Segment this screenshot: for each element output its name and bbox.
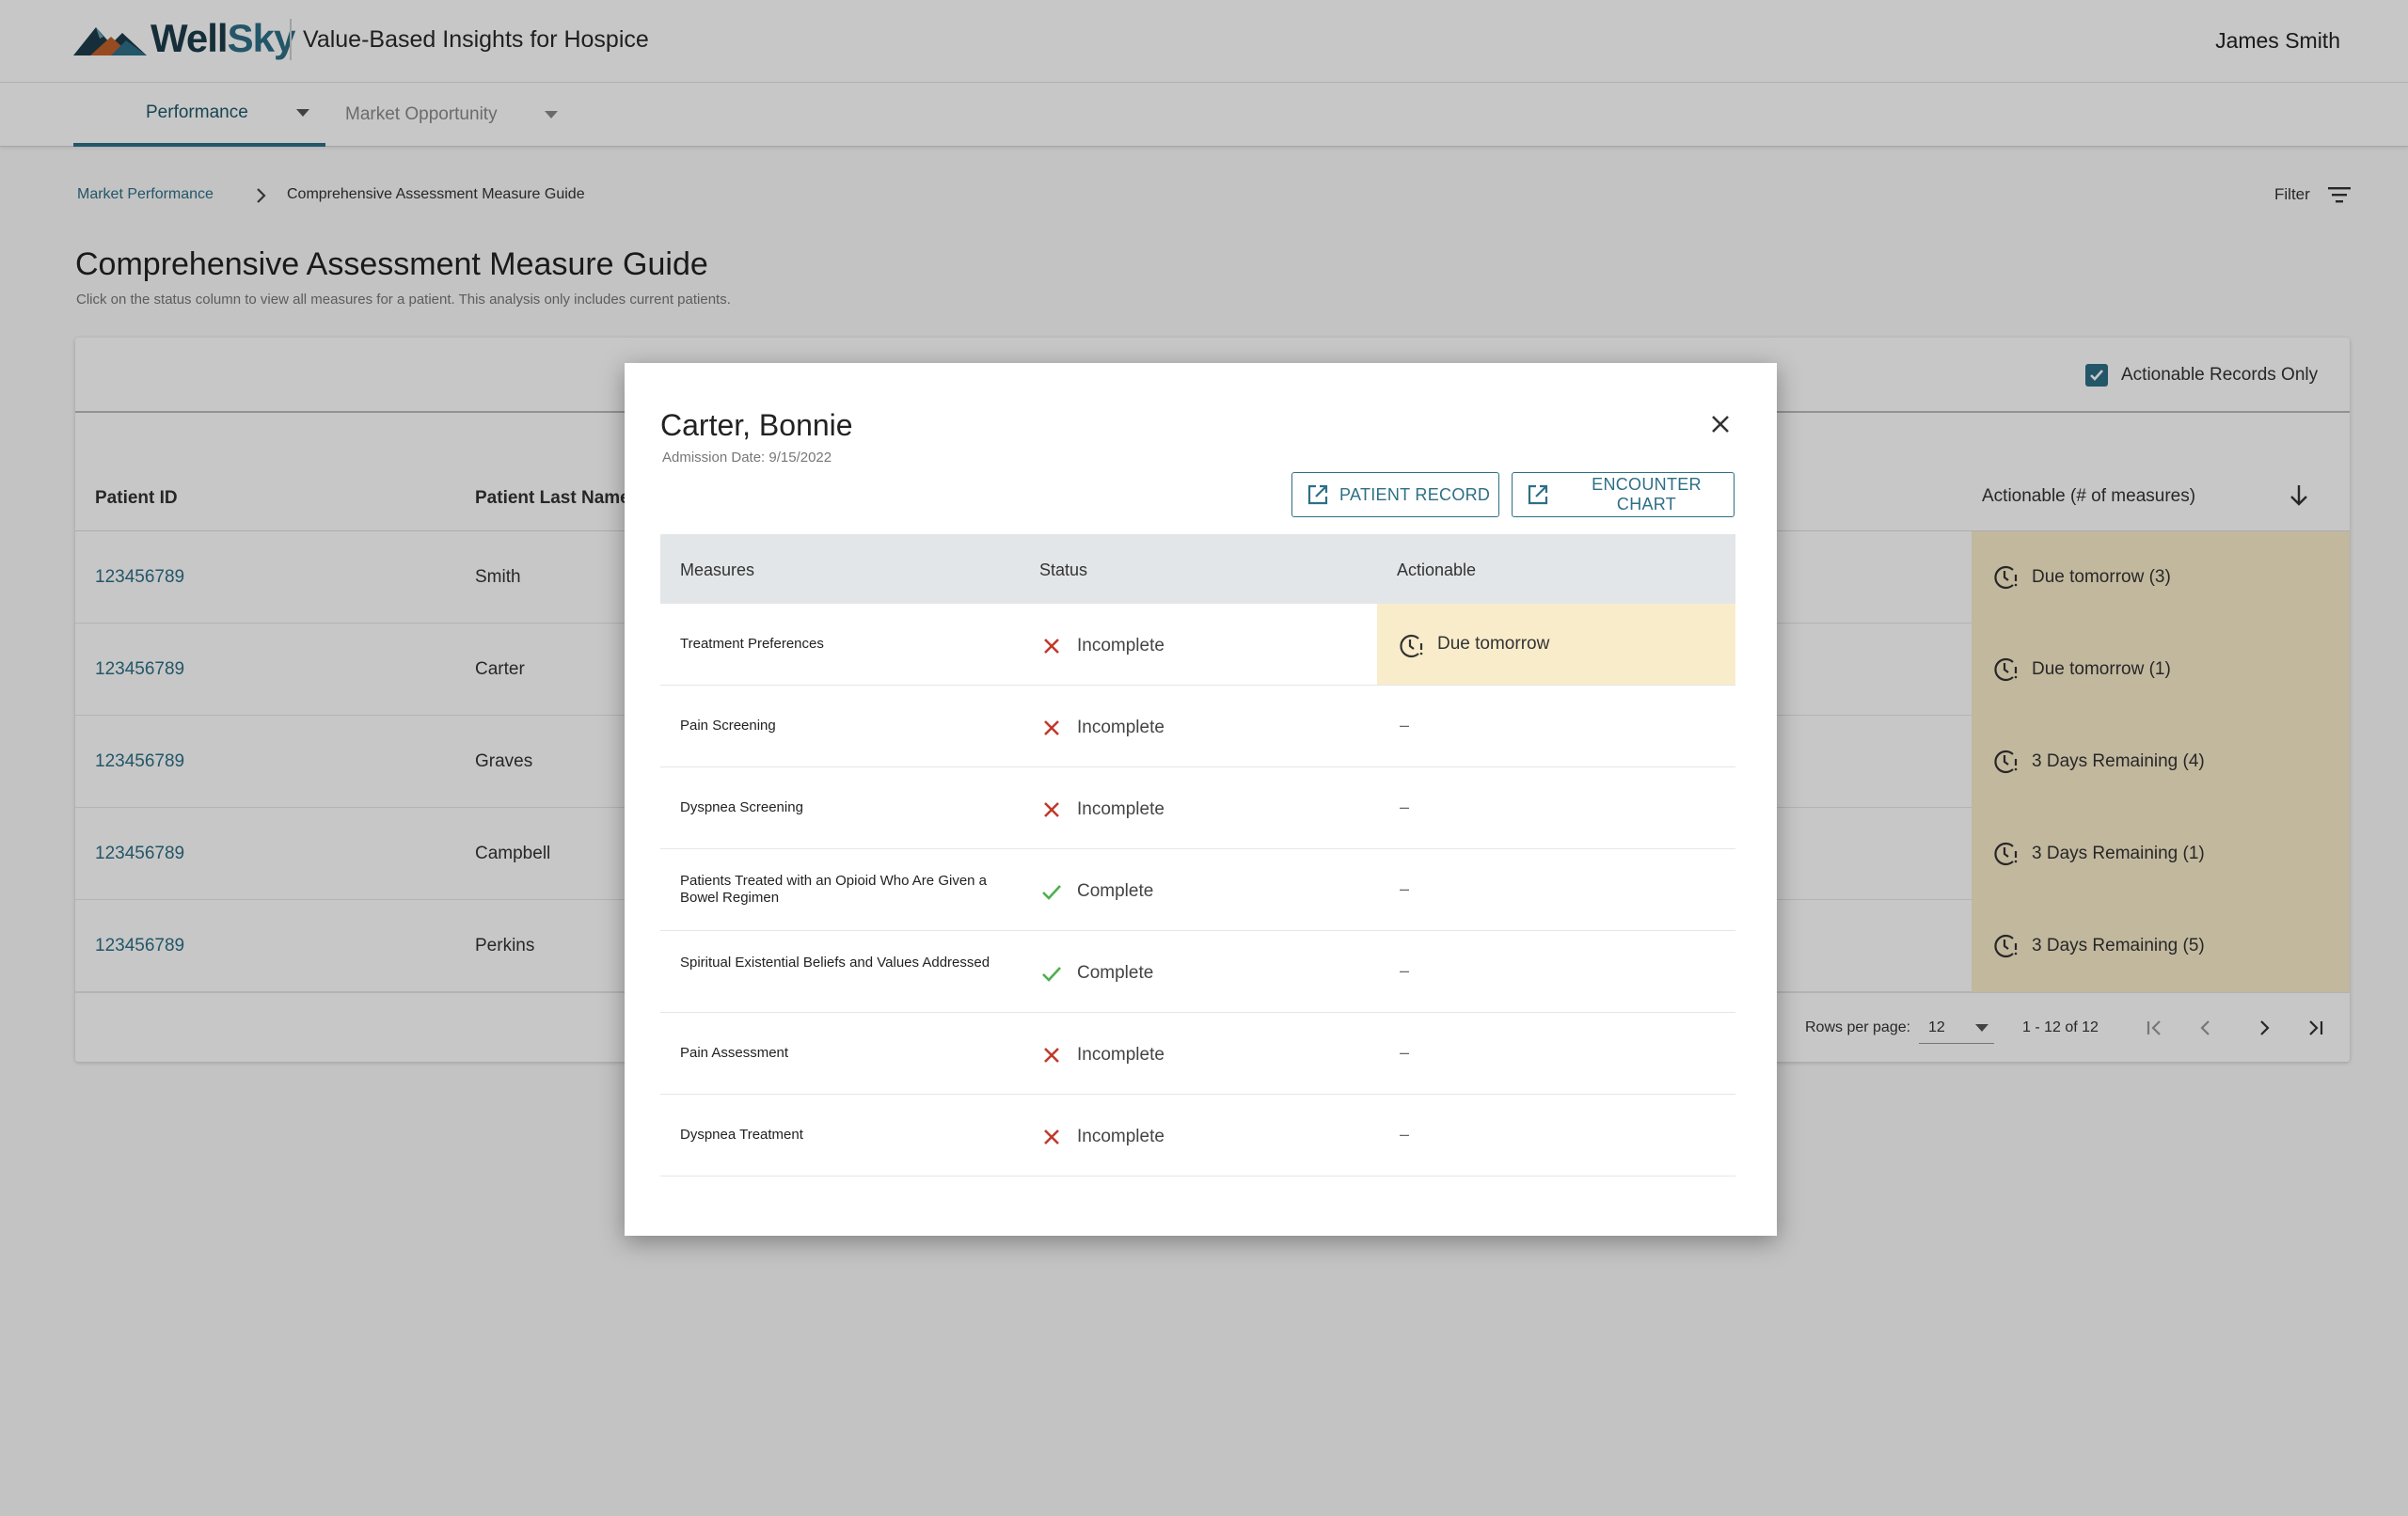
patient-measures-dialog: Carter, Bonnie Admission Date: 9/15/2022… xyxy=(625,363,1777,1236)
status-text: Complete xyxy=(1077,881,1154,901)
close-icon[interactable] xyxy=(1706,410,1735,438)
status-text: Incomplete xyxy=(1077,636,1164,655)
actionable-cell: – xyxy=(1377,849,1735,930)
measure-row: Pain Assessment Incomplete – xyxy=(660,1013,1735,1095)
check-icon xyxy=(1042,967,1061,982)
status-cell[interactable]: Incomplete xyxy=(1039,797,1164,822)
measure-row: Patients Treated with an Opioid Who Are … xyxy=(660,849,1735,931)
measure-name: Pain Assessment xyxy=(680,1045,789,1061)
status-text: Complete xyxy=(1077,963,1154,983)
check-icon xyxy=(1042,885,1061,900)
measure-name: Pain Screening xyxy=(680,718,776,734)
measure-name: Treatment Preferences xyxy=(680,636,824,652)
x-icon xyxy=(1044,720,1059,735)
admission-date: Admission Date: 9/15/2022 xyxy=(662,450,832,466)
status-cell[interactable]: Complete xyxy=(1039,961,1153,986)
column-header-actionable: Actionable xyxy=(1397,561,1477,579)
actionable-text: – xyxy=(1400,1043,1410,1062)
measure-row: Treatment Preferences Incomplete Due tom… xyxy=(660,604,1735,686)
external-link-icon xyxy=(1528,484,1548,505)
actionable-text: – xyxy=(1400,961,1410,980)
x-icon xyxy=(1044,1129,1059,1145)
actionable-cell: Due tomorrow xyxy=(1377,604,1735,685)
status-cell[interactable]: Incomplete xyxy=(1039,1043,1164,1067)
status-text: Incomplete xyxy=(1077,799,1164,819)
actionable-text: – xyxy=(1400,716,1410,734)
status-cell[interactable]: Incomplete xyxy=(1039,634,1164,658)
actionable-text: – xyxy=(1400,879,1410,898)
x-icon xyxy=(1044,1048,1059,1063)
measure-row: Dyspnea Treatment Incomplete – xyxy=(660,1095,1735,1176)
actionable-text: Due tomorrow xyxy=(1437,634,1550,654)
status-cell[interactable]: Incomplete xyxy=(1039,1125,1164,1149)
column-header-status: Status xyxy=(1039,561,1088,579)
external-link-icon xyxy=(1307,484,1328,505)
status-cell[interactable]: Complete xyxy=(1039,879,1153,904)
actionable-cell: – xyxy=(1377,931,1735,1012)
measure-row: Spiritual Existential Beliefs and Values… xyxy=(660,931,1735,1013)
column-header-measures: Measures xyxy=(680,561,755,579)
measures-table-header: Measures Status Actionable xyxy=(660,534,1735,604)
status-text: Incomplete xyxy=(1077,1045,1164,1065)
actionable-cell: – xyxy=(1377,1013,1735,1094)
patient-record-label: PATIENT RECORD xyxy=(1339,484,1491,504)
measure-name: Dyspnea Treatment xyxy=(680,1127,803,1143)
status-cell[interactable]: Incomplete xyxy=(1039,716,1164,740)
measure-name: Spiritual Existential Beliefs and Values… xyxy=(680,955,990,971)
actionable-cell: – xyxy=(1377,686,1735,766)
x-icon xyxy=(1044,802,1059,817)
measure-name: Dyspnea Screening xyxy=(680,799,803,815)
actionable-cell: – xyxy=(1377,1095,1735,1176)
measure-name: Patients Treated with an Opioid Who Are … xyxy=(680,873,988,906)
actionable-text: – xyxy=(1400,1125,1410,1144)
x-icon xyxy=(1044,639,1059,654)
status-text: Incomplete xyxy=(1077,1127,1164,1146)
status-text: Incomplete xyxy=(1077,718,1164,737)
encounter-chart-button[interactable]: ENCOUNTER CHART xyxy=(1512,472,1735,517)
encounter-chart-label: ENCOUNTER CHART xyxy=(1592,475,1702,513)
app-page: WellSky Value-Based Insights for Hospice… xyxy=(0,0,2408,1516)
clock-alert-icon xyxy=(1400,634,1423,658)
actionable-cell: – xyxy=(1377,767,1735,848)
measure-row: Pain Screening Incomplete – xyxy=(660,686,1735,767)
measure-row: Dyspnea Screening Incomplete – xyxy=(660,767,1735,849)
patient-record-button[interactable]: PATIENT RECORD xyxy=(1291,472,1499,517)
actionable-text: – xyxy=(1400,797,1410,816)
patient-name: Carter, Bonnie xyxy=(660,408,853,442)
